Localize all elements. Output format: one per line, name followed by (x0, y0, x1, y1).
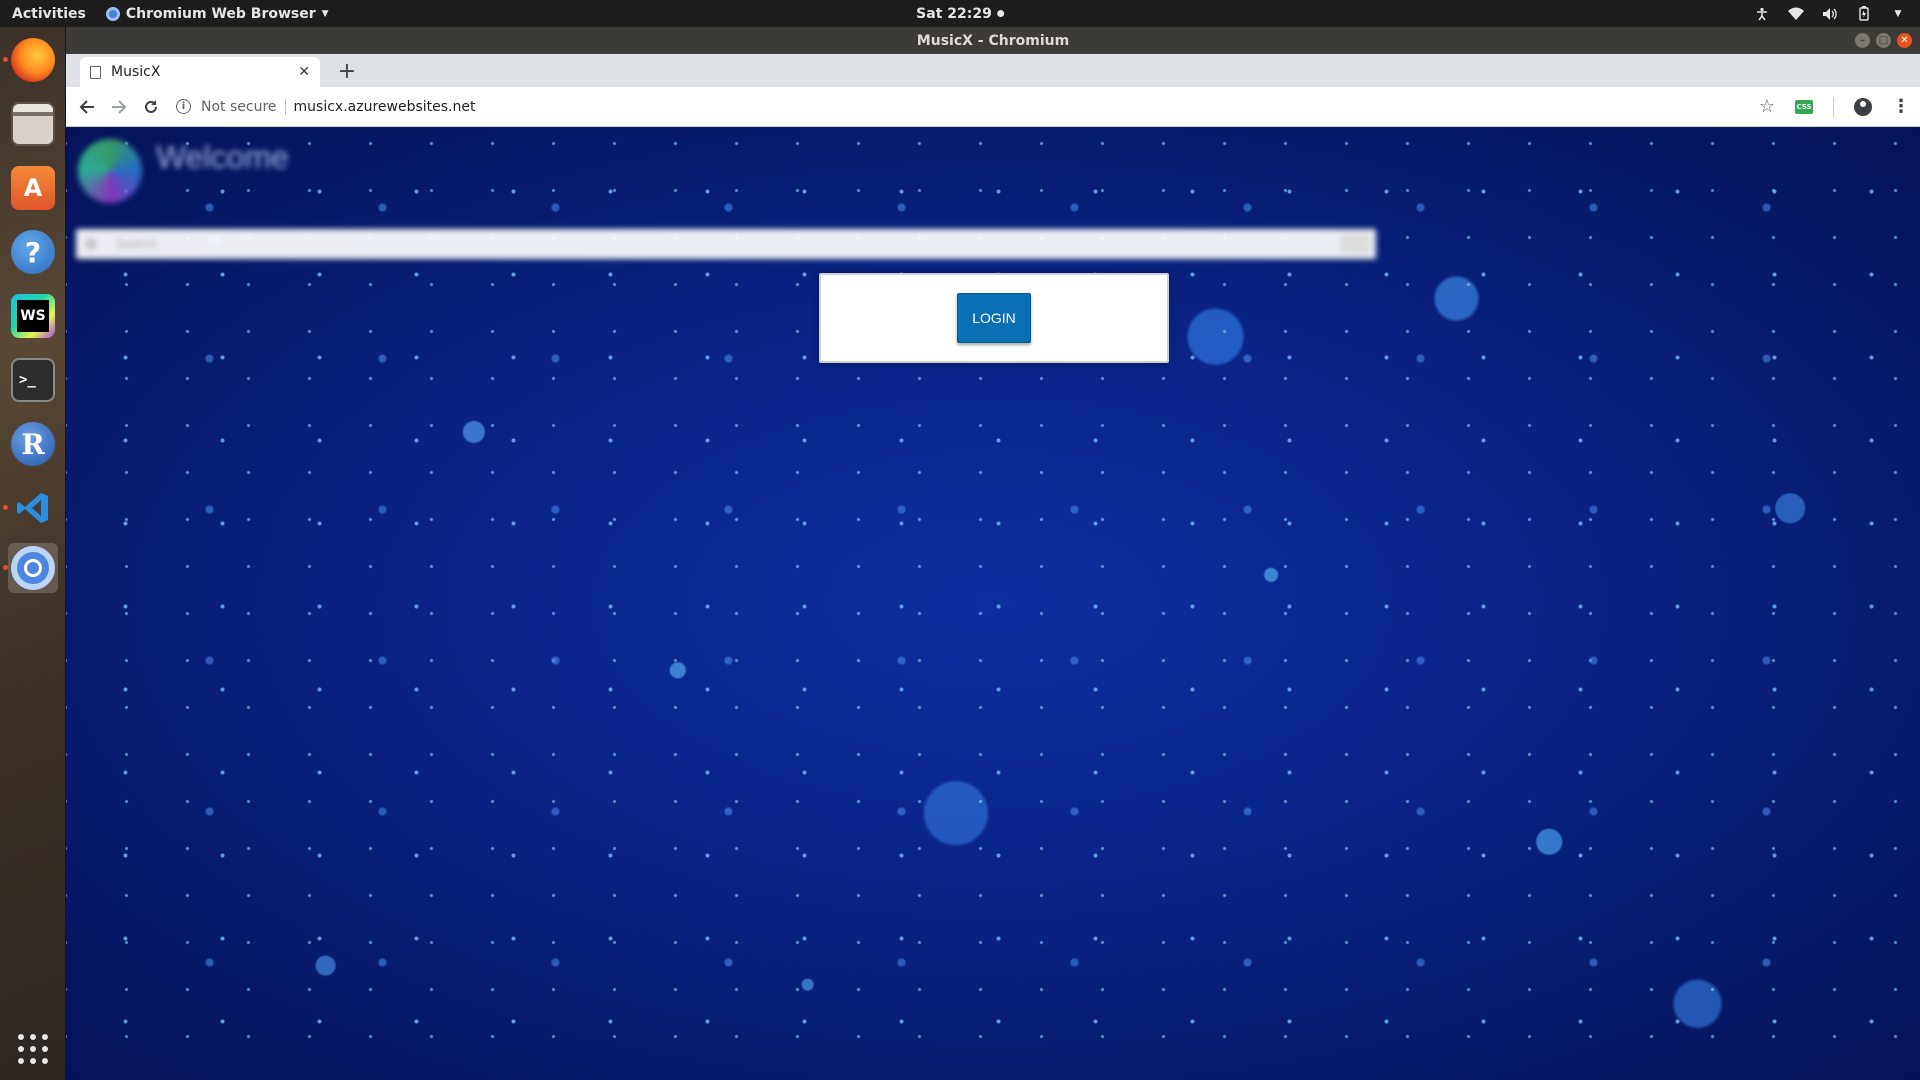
window-title: MusicX - Chromium (916, 32, 1070, 49)
close-tab-icon[interactable]: ✕ (298, 64, 310, 80)
firefox-icon (11, 38, 55, 82)
background-particles (66, 127, 1920, 1080)
running-indicator (3, 57, 8, 62)
chromium-icon (11, 546, 55, 590)
profile-icon[interactable] (1854, 97, 1872, 116)
dock-item-chromium[interactable] (3, 543, 58, 593)
dock-item-webstorm[interactable]: WS (8, 291, 58, 341)
show-applications-icon[interactable] (18, 1034, 48, 1064)
window-titlebar[interactable]: MusicX - Chromium – □ ✕ (66, 27, 1920, 54)
search-placeholder: Search (116, 237, 158, 251)
login-card: LOGIN (819, 273, 1169, 363)
back-button[interactable] (72, 92, 102, 122)
login-button[interactable]: LOGIN (957, 293, 1031, 343)
dock-item-r[interactable]: R (8, 419, 58, 469)
url-text[interactable]: musicx.azurewebsites.net (294, 99, 476, 115)
chromium-small-icon (105, 6, 120, 21)
ubuntu-software-icon: A (11, 166, 55, 210)
vscode-icon (11, 486, 55, 530)
bookmark-star-icon[interactable]: ☆ (1759, 96, 1775, 117)
system-menu-caret-icon[interactable]: ▼ (1890, 6, 1906, 22)
page-viewport: Welcome Search LOGIN (66, 127, 1920, 1080)
page-header: Welcome (78, 139, 289, 203)
volume-icon[interactable] (1822, 6, 1838, 22)
omnibox-separator (284, 98, 286, 115)
toolbar-separator (1833, 96, 1834, 117)
info-icon[interactable]: i (176, 99, 191, 114)
omnibox[interactable]: i Not secure musicx.azurewebsites.net (176, 92, 475, 122)
webstorm-icon: WS (11, 294, 55, 338)
notification-dot-icon (996, 10, 1004, 17)
toolbar-right: ☆ CSS ⋮ (1759, 96, 1910, 117)
forward-button[interactable] (104, 92, 134, 122)
help-icon: ? (11, 230, 55, 274)
tab-strip: MusicX ✕ + (66, 54, 1920, 87)
browser-toolbar: i Not secure musicx.azurewebsites.net ☆ … (66, 87, 1920, 127)
gnome-top-bar: Activities Chromium Web Browser ▼ Sat 22… (0, 0, 1920, 27)
wifi-icon[interactable] (1788, 6, 1804, 22)
site-logo (78, 139, 142, 203)
security-label[interactable]: Not secure (201, 99, 277, 115)
battery-icon[interactable] (1856, 6, 1872, 22)
reload-button[interactable] (136, 92, 166, 122)
search-submit-button[interactable] (1340, 234, 1370, 254)
search-icon (86, 239, 96, 249)
files-icon (11, 102, 55, 146)
accessibility-icon[interactable] (1754, 6, 1770, 22)
page-icon (90, 65, 101, 79)
clock-label: Sat 22:29 (916, 5, 992, 22)
running-indicator (3, 565, 8, 570)
welcome-title: Welcome (156, 138, 289, 175)
close-window-button[interactable]: ✕ (1897, 33, 1912, 48)
maximize-button[interactable]: □ (1876, 33, 1891, 48)
app-menu-label: Chromium Web Browser (125, 5, 316, 22)
minimize-button[interactable]: – (1855, 33, 1870, 48)
dock-item-terminal[interactable]: >_ (8, 355, 58, 405)
dock-item-ubuntu-software[interactable]: A (8, 163, 58, 213)
dock-item-firefox[interactable] (3, 35, 58, 85)
system-tray[interactable]: ▼ (1754, 6, 1906, 22)
clock[interactable]: Sat 22:29 (916, 6, 1004, 22)
kebab-menu-icon[interactable]: ⋮ (1892, 96, 1910, 117)
window-controls: – □ ✕ (1855, 33, 1912, 48)
terminal-icon: >_ (11, 358, 55, 402)
dock: A ? WS >_ R (0, 27, 66, 1080)
tab-title: MusicX (111, 64, 161, 80)
dock-item-help[interactable]: ? (8, 227, 58, 277)
search-bar[interactable]: Search (76, 229, 1376, 259)
new-tab-button[interactable]: + (334, 58, 360, 84)
activities-button[interactable]: Activities (12, 6, 86, 22)
tab-musicx[interactable]: MusicX ✕ (80, 57, 320, 87)
dock-item-files[interactable] (8, 99, 58, 149)
caret-down-icon: ▼ (321, 8, 329, 19)
dock-item-vscode[interactable] (3, 483, 58, 533)
extension-icon[interactable]: CSS (1795, 99, 1813, 114)
r-icon: R (11, 422, 55, 466)
app-menu[interactable]: Chromium Web Browser ▼ (105, 5, 329, 22)
running-indicator (3, 505, 8, 510)
